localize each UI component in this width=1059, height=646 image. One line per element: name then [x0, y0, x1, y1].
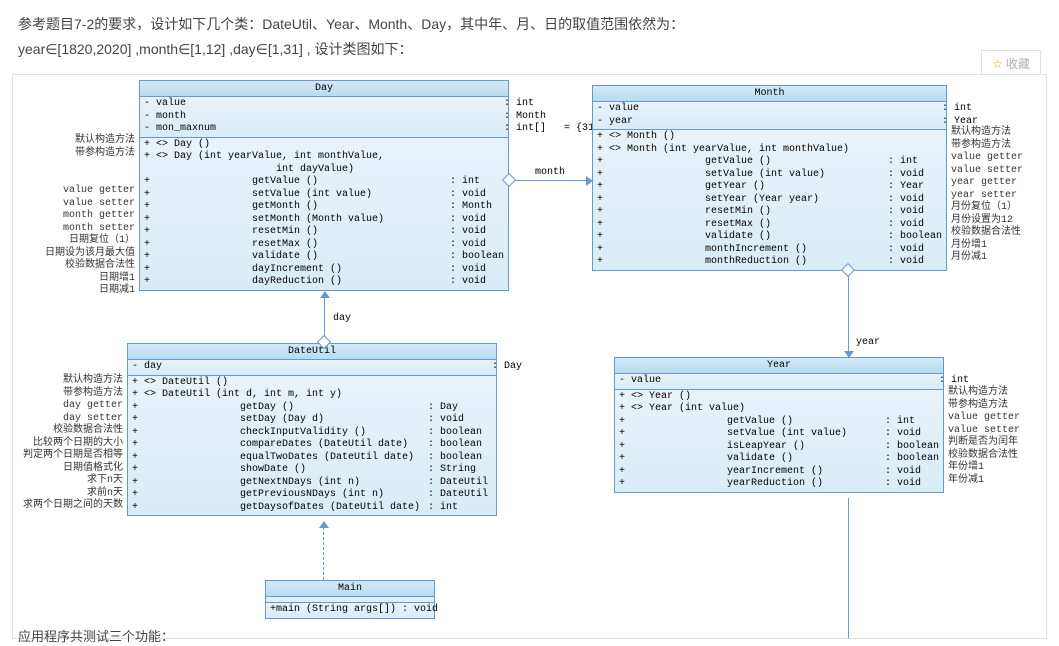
- class-month: Month -value: int-year: Year +<> Month (…: [592, 85, 947, 271]
- class-title: DateUtil: [128, 344, 496, 360]
- ops-section: +main (String args[]): void: [266, 603, 434, 618]
- attrs-section: -value: int: [615, 374, 943, 390]
- desc-line-1: 参考题目7-2的要求，设计如下几个类：DateUtil、Year、Month、D…: [18, 12, 1041, 37]
- connector: [848, 271, 849, 357]
- desc-line-2: year∈[1820,2020] ,month∈[1,12] ,day∈[1,3…: [18, 37, 1041, 62]
- month-notes: 默认构造方法带参构造方法value gettervalue setteryear…: [951, 127, 1041, 265]
- class-title: Year: [615, 358, 943, 374]
- attrs-section: -value: int-month: Month-mon_maxnum: int…: [140, 97, 508, 138]
- ops-section: +<> Day ()+<> Day (int yearValue, int mo…: [140, 138, 508, 290]
- arrow-icon: [586, 176, 593, 186]
- description: 参考题目7-2的要求，设计如下几个类：DateUtil、Year、Month、D…: [0, 0, 1059, 70]
- bookmark-label: 收藏: [1006, 57, 1030, 71]
- assoc-label-month: month: [535, 167, 565, 178]
- dateutil-notes: 默认构造方法带参构造方法day getterday setter校验数据合法性比…: [19, 375, 123, 513]
- class-year: Year -value: int +<> Year ()+<> Year (in…: [614, 357, 944, 493]
- connector: [509, 180, 592, 181]
- class-title: Month: [593, 86, 946, 102]
- day-notes: 默认构造方法带参构造方法 value gettervalue settermon…: [43, 135, 135, 298]
- class-main: Main +main (String args[]): void: [265, 580, 435, 619]
- arrow-icon: [319, 521, 329, 528]
- ops-section: +<> DateUtil ()+<> DateUtil (int d, int …: [128, 376, 496, 516]
- assoc-label-day: day: [333, 313, 351, 324]
- arrow-icon: [320, 291, 330, 298]
- uml-diagram: Day -value: int-month: Month-mon_maxnum:…: [12, 74, 1047, 639]
- class-title: Day: [140, 81, 508, 97]
- class-title: Main: [266, 581, 434, 597]
- connector: [848, 498, 849, 638]
- footer-text: 应用程序共测试三个功能：: [18, 626, 174, 645]
- year-notes: 默认构造方法带参构造方法value gettervalue setter判断是否…: [948, 387, 1038, 487]
- ops-section: +<> Year ()+<> Year (int value)+ getValu…: [615, 390, 943, 492]
- arrow-icon: [844, 351, 854, 358]
- connector-dependency: [323, 527, 324, 580]
- star-icon: ☆: [992, 57, 1003, 71]
- assoc-label-year: year: [856, 337, 880, 348]
- attrs-section: -day: Day: [128, 360, 496, 376]
- class-day: Day -value: int-month: Month-mon_maxnum:…: [139, 80, 509, 291]
- attrs-section: -value: int-year: Year: [593, 102, 946, 130]
- class-dateutil: DateUtil -day: Day +<> DateUtil ()+<> Da…: [127, 343, 497, 516]
- bookmark-button[interactable]: ☆收藏: [981, 50, 1041, 77]
- ops-section: +<> Month ()+<> Month (int yearValue, in…: [593, 130, 946, 270]
